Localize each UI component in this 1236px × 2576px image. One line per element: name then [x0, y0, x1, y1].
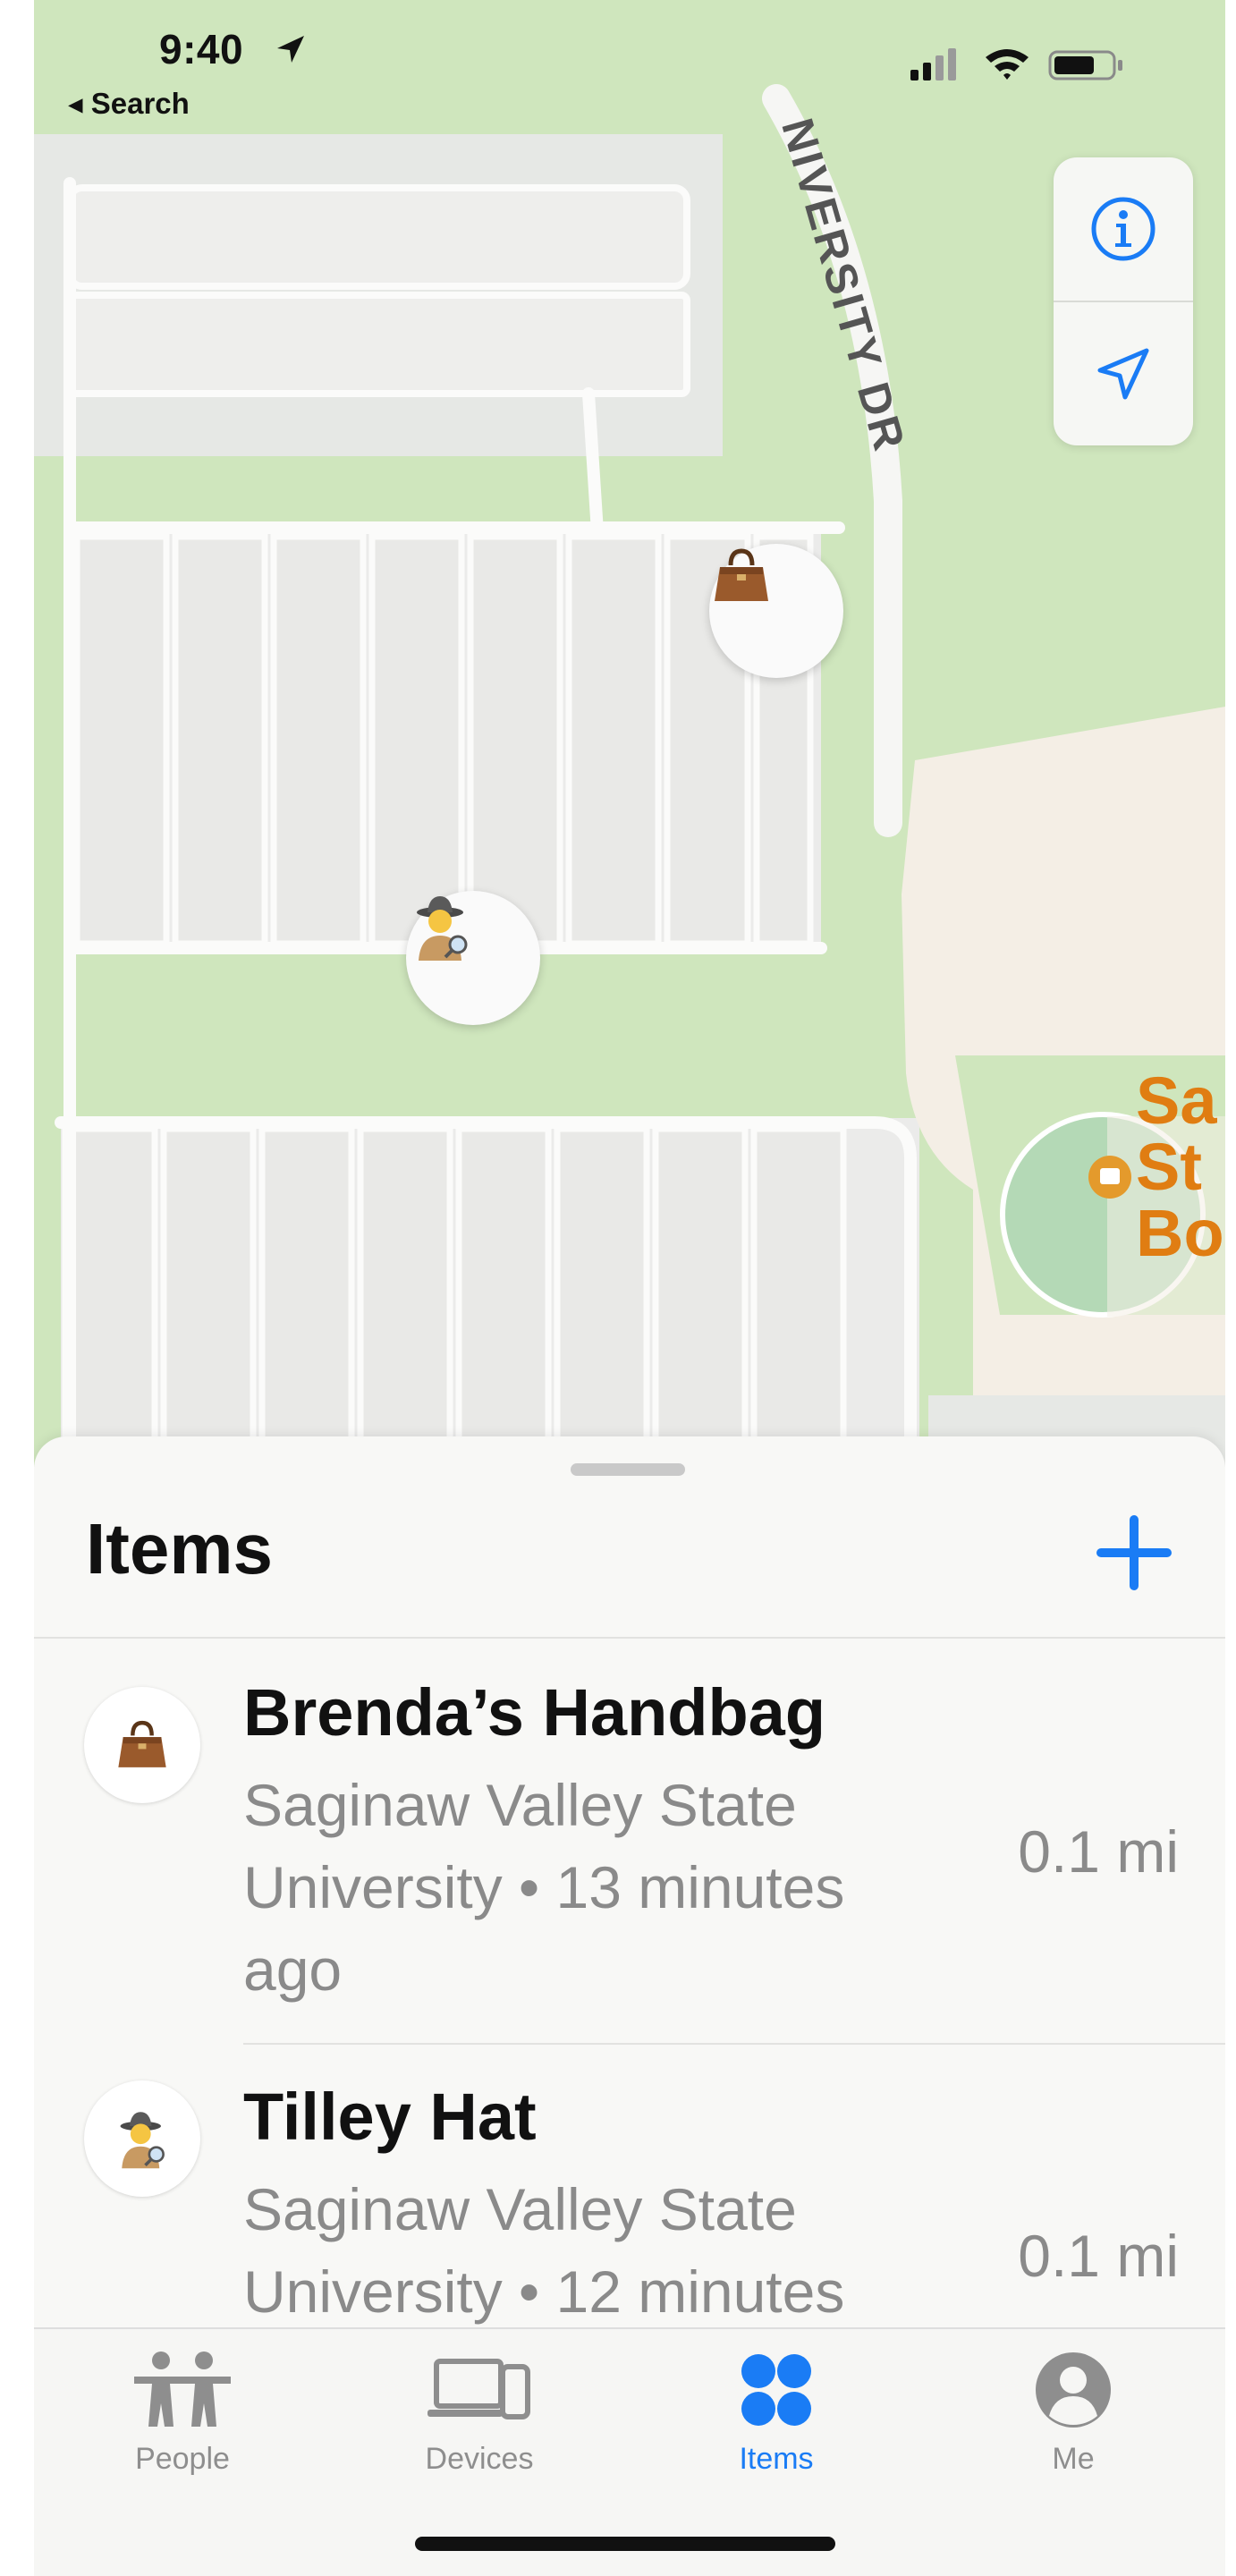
status-bar: 9:40 ◂ Search [34, 0, 1225, 134]
detective-pin[interactable] [406, 891, 540, 1025]
item-location: Saginaw Valley State University • 12 min… [243, 2176, 845, 2325]
tab-people[interactable]: People [93, 2347, 272, 2499]
tab-label: Me [1052, 2442, 1095, 2476]
poi-label-line: St [1136, 1130, 1202, 1204]
item-avatar [84, 1687, 200, 1803]
back-to-search-link[interactable]: ◂ Search [68, 86, 190, 121]
poi-label[interactable]: Sa St Bo [1136, 1068, 1224, 1267]
status-time: 9:40 [159, 26, 244, 72]
poi-label-line: Sa [1136, 1063, 1217, 1138]
tab-devices[interactable]: Devices [390, 2347, 569, 2499]
map-canvas [34, 84, 1225, 1467]
wifi-icon [986, 49, 1029, 80]
item-distance: 0.1 mi [1018, 2223, 1179, 2289]
sheet-divider [34, 1637, 1225, 1639]
battery-icon [1048, 50, 1122, 80]
handbag-icon [715, 548, 768, 601]
map-view[interactable]: NIVERSITY DR Sa St Bo [34, 0, 1225, 1467]
handbag-icon [118, 1720, 166, 1767]
tab-me[interactable]: Me [984, 2347, 1163, 2499]
sheet-grabber[interactable] [571, 1463, 685, 1476]
tab-items[interactable]: Items [687, 2347, 866, 2499]
find-my-screen: NIVERSITY DR Sa St Bo 9:40 ◂ Search Item… [34, 0, 1225, 2576]
location-services-icon [277, 36, 304, 63]
list-item[interactable]: Brenda’s Handbag Saginaw Valley State Un… [34, 1640, 1225, 2045]
handbag-pin[interactable] [709, 544, 843, 678]
info-icon [1091, 197, 1156, 261]
tab-label: Items [739, 2442, 814, 2476]
list-item[interactable]: Tilley Hat Saginaw Valley State Universi… [34, 2045, 1225, 2331]
add-item-button[interactable] [1089, 1508, 1179, 1597]
tab-label: Devices [425, 2442, 534, 2476]
item-avatar [84, 2080, 200, 2197]
sheet-title: Items [86, 1509, 273, 1589]
detective-icon [417, 896, 468, 961]
person-circle-icon [1036, 2352, 1111, 2428]
home-indicator[interactable] [415, 2537, 835, 2551]
map-controls [1054, 157, 1193, 445]
detective-icon [120, 2112, 165, 2169]
plus-icon [1096, 1515, 1172, 1590]
status-icons [910, 48, 1122, 80]
items-icon [741, 2354, 811, 2426]
cellular-signal-icon [910, 48, 956, 80]
devices-icon [428, 2359, 530, 2419]
people-icon [134, 2351, 231, 2427]
item-name: Brenda’s Handbag [243, 1675, 826, 1750]
tab-label: People [135, 2442, 230, 2476]
tab-bar: People Devices Items Me [34, 2327, 1225, 2576]
location-arrow-icon [1097, 348, 1149, 400]
item-distance: 0.1 mi [1018, 1818, 1179, 1885]
info-button[interactable] [1054, 157, 1193, 301]
poi-label-line: Bo [1136, 1196, 1224, 1270]
location-button[interactable] [1054, 302, 1193, 445]
item-location: Saginaw Valley State University • 13 min… [243, 1772, 845, 2003]
item-name: Tilley Hat [243, 2080, 537, 2154]
